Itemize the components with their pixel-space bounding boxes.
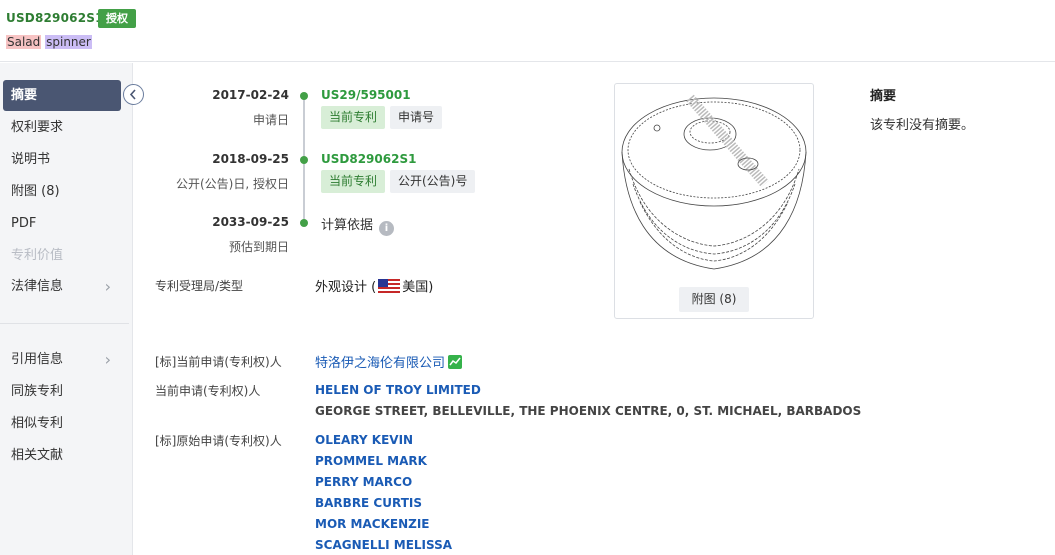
publication-date: 2018-09-25 bbox=[212, 152, 289, 166]
current-patent-tag: 当前专利 bbox=[321, 106, 386, 129]
std-current-applicant: 特洛伊之海伦有限公司 bbox=[315, 352, 463, 371]
timeline-dot bbox=[300, 156, 308, 164]
country-name: 美国) bbox=[402, 280, 434, 295]
sidebar-item-related-docs[interactable]: 相关文献 bbox=[3, 440, 121, 471]
sidebar-item-patent-value: 专利价值 bbox=[3, 240, 121, 271]
sidebar-item-label: 专利价值 bbox=[11, 248, 64, 263]
office-type-label: 专利受理局/类型 bbox=[155, 279, 244, 293]
current-applicant-link[interactable]: HELEN OF TROY LIMITED bbox=[315, 383, 481, 397]
original-applicant-link[interactable]: OLEARY KEVIN bbox=[315, 433, 413, 447]
current-patent-tag: 当前专利 bbox=[321, 170, 386, 193]
current-applicant-address: GEORGE STREET, BELLEVILLE, THE PHOENIX C… bbox=[315, 404, 862, 418]
sidebar-item-label: 附图 (8) bbox=[11, 184, 60, 199]
chevron-right-icon: › bbox=[104, 277, 111, 296]
status-badge: 授权 bbox=[98, 9, 136, 28]
sidebar-nav: 摘要 权利要求 说明书 附图 (8) PDF 专利价值 法律信息 › 引用信息 › … bbox=[0, 63, 133, 555]
expiry-date-label: 预估到期日 bbox=[228, 240, 289, 254]
original-applicant-link[interactable]: PROMMEL MARK bbox=[315, 454, 427, 468]
sidebar-item-abstract[interactable]: 摘要 bbox=[3, 80, 121, 111]
publication-number-link[interactable]: USD829062S1 bbox=[321, 152, 416, 166]
application-number-tag: 申请号 bbox=[390, 106, 443, 129]
salad-spinner-drawing bbox=[621, 94, 807, 270]
sidebar-item-claims[interactable]: 权利要求 bbox=[3, 112, 121, 143]
sidebar-item-label: 相关文献 bbox=[11, 448, 64, 463]
info-icon[interactable]: i bbox=[379, 221, 395, 236]
drawing-card[interactable]: 附图 (8) bbox=[614, 83, 814, 319]
sidebar-collapse-button[interactable] bbox=[123, 84, 144, 105]
std-current-applicant-label: [标]当前申请(专利权)人 bbox=[155, 355, 282, 369]
original-applicant-link[interactable]: BARBRE CURTIS bbox=[315, 496, 422, 510]
trend-chart-icon[interactable] bbox=[448, 355, 463, 369]
sidebar-item-label: PDF bbox=[11, 216, 37, 231]
application-number[interactable]: US29/595001 bbox=[321, 88, 411, 102]
sidebar-item-label: 引用信息 bbox=[11, 352, 64, 367]
application-date: 2017-02-24 bbox=[212, 88, 289, 102]
drawings-button[interactable]: 附图 (8) bbox=[679, 287, 749, 312]
office-type-value: 外观设计 ( 美国) bbox=[315, 276, 433, 295]
current-applicant-label: 当前申请(专利权)人 bbox=[155, 384, 261, 398]
sidebar-item-description[interactable]: 说明书 bbox=[3, 144, 121, 175]
timeline-dot bbox=[300, 219, 308, 227]
original-applicant-link[interactable]: MOR MACKENZIE bbox=[315, 517, 430, 531]
sidebar-item-citations[interactable]: 引用信息 › bbox=[3, 344, 121, 375]
chevron-left-icon bbox=[129, 89, 136, 100]
title-highlight-1: Salad bbox=[6, 35, 42, 49]
abstract-heading: 摘要 bbox=[870, 89, 897, 104]
sidebar-item-label: 摘要 bbox=[11, 88, 38, 103]
sidebar-divider bbox=[0, 323, 129, 324]
sidebar-item-similar[interactable]: 相似专利 bbox=[3, 408, 121, 439]
patent-title: Salad spinner bbox=[6, 35, 92, 49]
calculation-basis[interactable]: 计算依据 i bbox=[321, 214, 395, 236]
application-date-label: 申请日 bbox=[252, 113, 289, 127]
patent-header: USD829062S1 授权 Salad spinner bbox=[0, 0, 1055, 62]
sidebar-item-label: 说明书 bbox=[11, 152, 51, 167]
us-flag-icon bbox=[378, 279, 401, 293]
sidebar-item-pdf[interactable]: PDF bbox=[3, 208, 121, 239]
publication-number: USD829062S1 bbox=[6, 11, 104, 25]
std-original-applicant-label: [标]原始申请(专利权)人 bbox=[155, 434, 282, 448]
chevron-right-icon: › bbox=[104, 350, 111, 369]
office-type-text: 外观设计 ( bbox=[315, 280, 377, 295]
title-highlight-2: spinner bbox=[45, 35, 92, 49]
sidebar-item-label: 法律信息 bbox=[11, 279, 64, 294]
sidebar-item-family[interactable]: 同族专利 bbox=[3, 376, 121, 407]
sidebar-item-label: 权利要求 bbox=[11, 120, 64, 135]
expiry-date: 2033-09-25 bbox=[212, 215, 289, 229]
original-applicant-link[interactable]: SCAGNELLI MELISSA bbox=[315, 538, 452, 552]
sidebar-item-label: 相似专利 bbox=[11, 416, 64, 431]
std-current-applicant-link[interactable]: 特洛伊之海伦有限公司 bbox=[315, 356, 445, 371]
calculation-basis-label: 计算依据 bbox=[321, 218, 374, 233]
sidebar-item-legal-info[interactable]: 法律信息 › bbox=[3, 271, 121, 302]
publication-date-label: 公开(公告)日, 授权日 bbox=[176, 177, 289, 191]
publication-number-tag: 公开(公告)号 bbox=[390, 170, 476, 193]
abstract-text: 该专利没有摘要。 bbox=[870, 118, 975, 133]
timeline-dot bbox=[300, 92, 308, 100]
sidebar-item-label: 同族专利 bbox=[11, 384, 64, 399]
sidebar-item-drawings[interactable]: 附图 (8) bbox=[3, 176, 121, 207]
original-applicant-link[interactable]: PERRY MARCO bbox=[315, 475, 412, 489]
